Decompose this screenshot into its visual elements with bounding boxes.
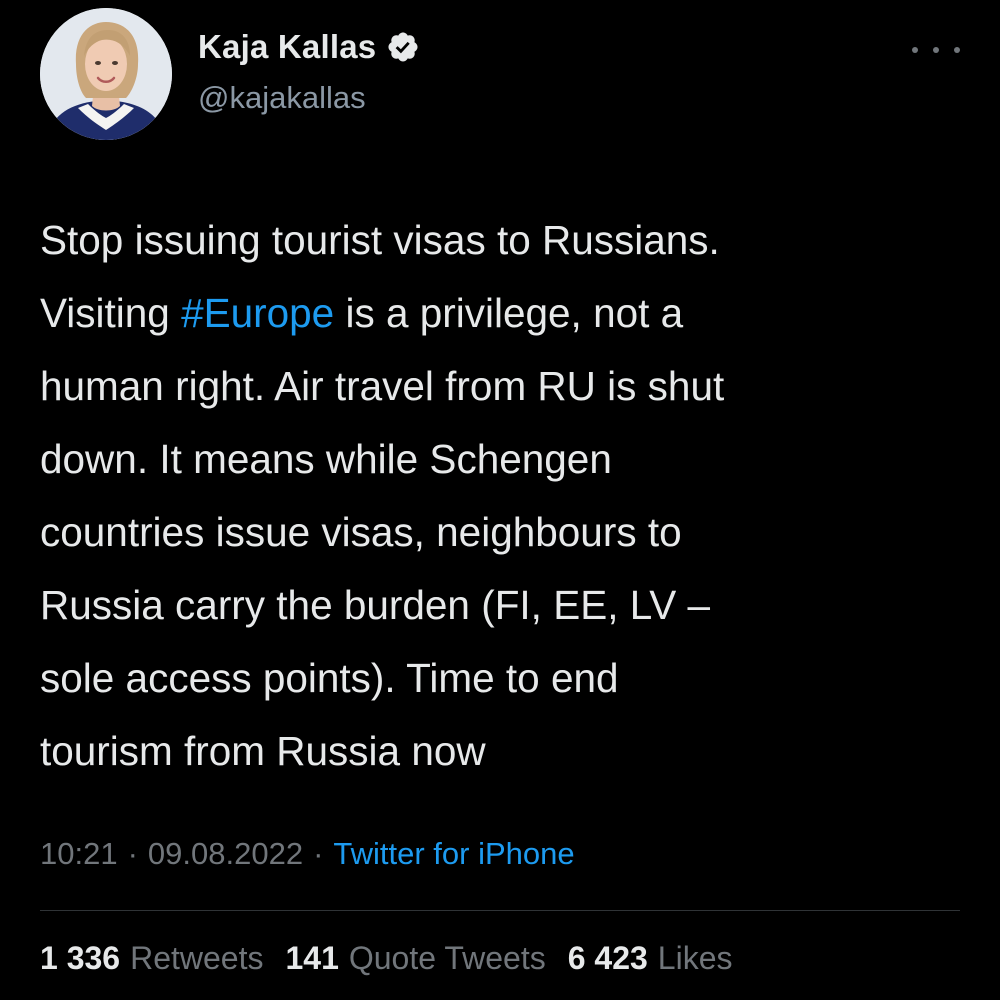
divider — [40, 910, 960, 911]
tweet-source-link[interactable]: Twitter for iPhone — [333, 836, 574, 872]
retweets-count: 1 336 — [40, 940, 121, 976]
engagement-stats: 1 336 Retweets 141 Quote Tweets 6 423 Li… — [40, 940, 733, 977]
retweets-stat[interactable]: 1 336 Retweets — [40, 940, 263, 977]
tweet-text-segment: Visiting — [40, 290, 182, 336]
more-dot — [933, 47, 939, 53]
tweet-meta: 10:21 · 09.08.2022 · Twitter for iPhone — [40, 836, 575, 872]
tweet-text: Stop issuing tourist visas to Russians. … — [40, 204, 975, 788]
likes-count: 6 423 — [567, 940, 648, 976]
likes-label: Likes — [657, 940, 733, 976]
more-options-icon[interactable] — [912, 40, 960, 60]
quote-tweets-label: Quote Tweets — [348, 940, 546, 976]
tweet-text-segment: is a privilege, not a human right. Air t… — [40, 290, 725, 774]
more-dot — [912, 47, 918, 53]
avatar[interactable] — [40, 8, 172, 140]
tweet-date[interactable]: 09.08.2022 — [148, 836, 303, 872]
tweet-card: Kaja Kallas @kajakallas Stop issuing tou… — [0, 0, 1000, 1000]
more-dot — [954, 47, 960, 53]
meta-separator: · — [127, 836, 138, 871]
retweets-label: Retweets — [130, 940, 264, 976]
hashtag-link[interactable]: #Europe — [181, 290, 334, 336]
author-handle[interactable]: @kajakallas — [198, 80, 366, 116]
meta-separator: · — [313, 836, 324, 871]
tweet-text-segment: Stop issuing tourist visas to Russians. — [40, 217, 720, 263]
tweet-time[interactable]: 10:21 — [40, 836, 118, 872]
quote-tweets-stat[interactable]: 141 Quote Tweets — [285, 940, 545, 977]
verified-badge-icon — [386, 30, 420, 64]
author-name-row: Kaja Kallas — [198, 28, 420, 66]
author-display-name[interactable]: Kaja Kallas — [198, 28, 376, 66]
quote-tweets-count: 141 — [285, 940, 339, 976]
likes-stat[interactable]: 6 423 Likes — [568, 940, 733, 977]
